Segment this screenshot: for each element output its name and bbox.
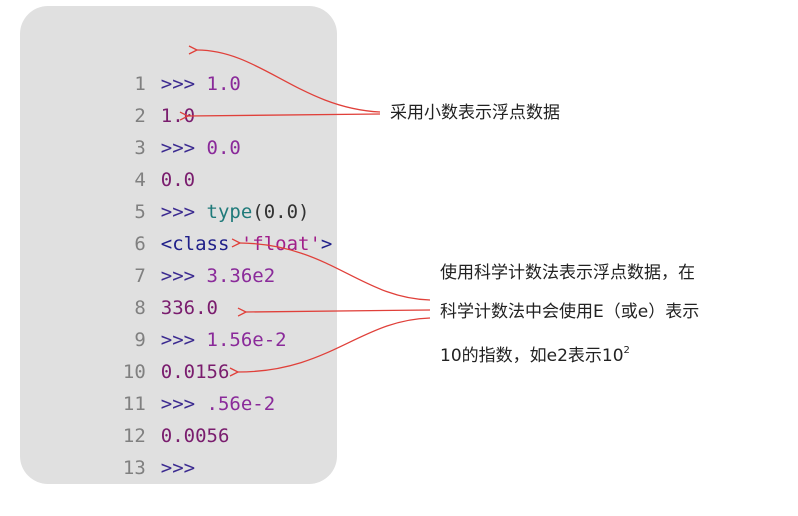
sci-note-line-3-text: 10的指数，如e2表示10 [440, 346, 624, 366]
annotation-arrows [0, 0, 431, 504]
arrow-to-line-9 [246, 310, 431, 312]
sci-note-line-1: 使用科学计数法表示浮点数据，在 [440, 263, 695, 283]
arrow-to-line-11 [238, 317, 431, 372]
arrow-to-line-1 [197, 50, 381, 113]
arrow-to-line-3 [188, 114, 381, 116]
decimal-note: 采用小数表示浮点数据 [390, 103, 560, 123]
arrow-to-line-7 [240, 243, 431, 301]
sci-note-line-3: 10的指数，如e2表示102 [440, 336, 630, 371]
sci-note-line-2: 科学计数法中会使用E（或e）表示 [440, 302, 700, 322]
exponent-superscript: 2 [623, 345, 630, 356]
